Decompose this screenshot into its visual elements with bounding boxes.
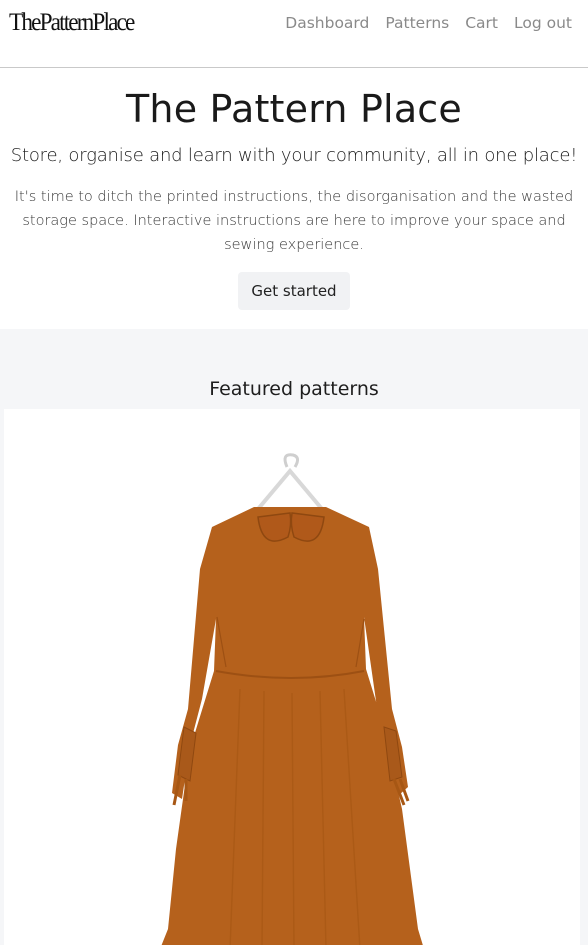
dress-shape [161, 507, 423, 945]
nav-link-dashboard[interactable]: Dashboard [277, 14, 377, 32]
nav-link-cart[interactable]: Cart [457, 14, 506, 32]
dress-image [161, 453, 423, 945]
brand-logo[interactable]: ThePatternPlace [9, 9, 135, 37]
page-title: The Pattern Place [126, 87, 462, 131]
featured-section: Featured patterns [0, 329, 588, 945]
get-started-button[interactable]: Get started [238, 272, 350, 310]
nav-link-patterns[interactable]: Patterns [377, 14, 457, 32]
nav-link-log-out[interactable]: Log out [506, 14, 580, 32]
hero-section: The Pattern Place Store, organise and le… [0, 68, 588, 329]
pattern-card[interactable] [4, 409, 580, 945]
hanger-icon [256, 453, 324, 511]
hero-lead: Store, organise and learn with your comm… [10, 145, 578, 166]
nav-links: Dashboard Patterns Cart Log out [277, 14, 580, 32]
featured-heading: Featured patterns [209, 378, 379, 400]
navbar: ThePatternPlace Dashboard Patterns Cart … [0, 0, 588, 68]
hero-description: It's time to ditch the printed instructi… [14, 189, 574, 253]
